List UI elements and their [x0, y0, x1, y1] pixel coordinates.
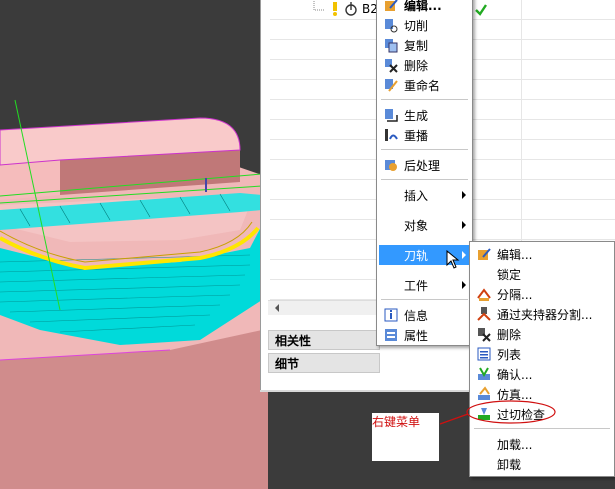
info-icon	[383, 307, 399, 323]
operation-icon	[345, 2, 357, 16]
submenu-arrow-icon	[462, 191, 466, 199]
submenu-item-split[interactable]: 分隔...	[472, 284, 612, 304]
menu-item-copy[interactable]: 复制	[379, 35, 470, 55]
menu-separator	[381, 149, 468, 150]
submenu-item-gouge-check[interactable]: 过切检查	[472, 404, 612, 424]
simulate-icon	[476, 386, 492, 402]
generate-icon	[383, 107, 399, 123]
submenu-item-unload[interactable]: 卸载	[472, 454, 612, 474]
menu-item-cut[interactable]: 切削	[379, 15, 470, 35]
submenu-arrow-icon	[462, 221, 466, 229]
submenu-arrow-icon	[462, 251, 466, 259]
copy-icon	[383, 37, 399, 53]
menu-separator	[474, 428, 610, 429]
horizontal-scrollbar[interactable]	[268, 300, 380, 315]
annotation-label: 右键菜单	[372, 415, 421, 429]
tree-connector-icon	[313, 1, 324, 11]
menu-item-insert[interactable]: 插入	[379, 185, 470, 205]
submenu-item-holder-split[interactable]: 通过夹持器分割...	[472, 304, 612, 324]
menu-separator	[381, 179, 468, 180]
menu-item-rename[interactable]: 重命名	[379, 75, 470, 95]
verify-icon	[476, 366, 492, 382]
list-icon	[476, 346, 492, 362]
submenu-item-load[interactable]: 加载...	[472, 434, 612, 454]
tree-item-b2[interactable]: B2	[313, 1, 378, 17]
menu-item-object[interactable]: 对象	[379, 215, 470, 235]
scroll-left-icon[interactable]	[272, 301, 282, 315]
split-icon	[476, 286, 492, 302]
properties-icon	[383, 327, 399, 343]
menu-separator	[381, 99, 468, 100]
postprocess-icon	[383, 157, 399, 173]
menu-item-properties[interactable]: 属性	[379, 325, 470, 345]
gouge-check-icon	[476, 406, 492, 422]
mouse-cursor-icon	[446, 250, 460, 269]
warning-icon	[333, 2, 337, 16]
menu-separator	[381, 299, 468, 300]
menu-item-delete[interactable]: 删除	[379, 55, 470, 75]
delete-icon	[383, 57, 399, 73]
submenu-item-lock[interactable]: 锁定	[472, 264, 612, 284]
cut-icon	[383, 17, 399, 33]
submenu-arrow-icon	[462, 281, 466, 289]
menu-item-workpiece[interactable]: 工件	[379, 275, 470, 295]
context-menu: 编辑... 切削 复制 删除 重命名 生成 重播 后处理 插入 对象 刀轨 工件…	[376, 0, 473, 346]
submenu-item-verify[interactable]: 确认...	[472, 364, 612, 384]
menu-item-edit[interactable]: 编辑...	[379, 0, 470, 15]
replay-icon	[383, 127, 399, 143]
menu-item-postprocess[interactable]: 后处理	[379, 155, 470, 175]
submenu-item-delete[interactable]: 删除	[472, 324, 612, 344]
menu-item-generate[interactable]: 生成	[379, 105, 470, 125]
details-panel-header[interactable]: 细节	[268, 353, 380, 373]
holder-split-icon	[476, 306, 492, 322]
delete-path-icon	[476, 326, 492, 342]
dependencies-panel-header[interactable]: 相关性	[268, 330, 380, 350]
annotation-box: 右键菜单	[372, 413, 439, 461]
submenu-item-simulate[interactable]: 仿真...	[472, 384, 612, 404]
rename-icon	[383, 77, 399, 93]
submenu-item-edit[interactable]: 编辑...	[472, 244, 612, 264]
edit-icon	[383, 0, 399, 13]
edit-path-icon	[476, 246, 492, 262]
status-check-icon	[475, 4, 487, 16]
submenu-item-list[interactable]: 列表	[472, 344, 612, 364]
menu-item-info[interactable]: 信息	[379, 305, 470, 325]
toolpath-submenu: 编辑... 锁定 分隔... 通过夹持器分割... 删除 列表 确认... 仿真…	[469, 241, 615, 477]
menu-item-replay[interactable]: 重播	[379, 125, 470, 145]
